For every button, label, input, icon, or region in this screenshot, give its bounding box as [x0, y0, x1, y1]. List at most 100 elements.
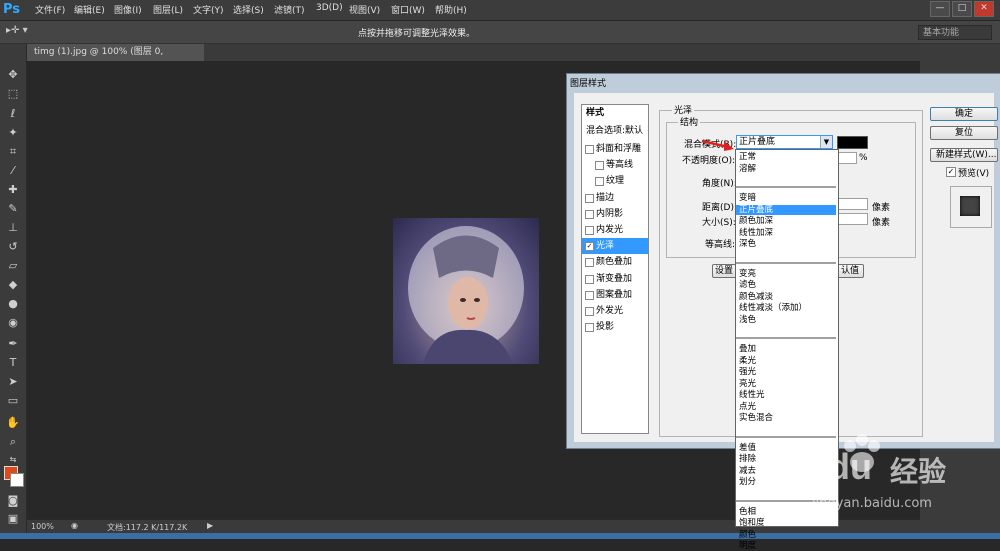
- blend-mode-option[interactable]: 颜色: [739, 530, 756, 540]
- status-info-icon[interactable]: ◉: [71, 521, 78, 530]
- brush-tool-icon[interactable]: ✎: [5, 202, 21, 216]
- style-item[interactable]: 内阴影: [582, 206, 648, 222]
- style-checkbox[interactable]: [585, 145, 594, 154]
- blend-mode-option[interactable]: 减去: [739, 466, 756, 476]
- dodge-tool-icon[interactable]: ◉: [5, 316, 21, 330]
- style-item[interactable]: 描边: [582, 190, 648, 206]
- move-tool-preset-icon[interactable]: ▸✛ ▾: [6, 25, 28, 36]
- zoom-level[interactable]: 100%: [31, 522, 54, 531]
- menu-item[interactable]: 文字(Y): [193, 3, 224, 16]
- minimize-button[interactable]: —: [930, 1, 950, 17]
- background-color-swatch[interactable]: [10, 473, 24, 487]
- blend-mode-option[interactable]: 正常: [739, 152, 756, 162]
- style-checkbox[interactable]: [585, 323, 594, 333]
- style-item[interactable]: 等高线: [582, 157, 648, 173]
- workspace-select[interactable]: 基本功能: [918, 25, 992, 40]
- blend-mode-option[interactable]: 溶解: [739, 164, 756, 174]
- blend-mode-option[interactable]: 亮光: [739, 379, 756, 389]
- style-item[interactable]: ✓ 光泽: [582, 238, 648, 255]
- style-item[interactable]: 颜色叠加: [582, 254, 648, 270]
- blend-mode-option[interactable]: 排除: [739, 454, 756, 464]
- clone-stamp-tool-icon[interactable]: ⊥: [5, 221, 21, 235]
- style-item[interactable]: 外发光: [582, 303, 648, 319]
- blend-mode-option[interactable]: 划分: [739, 477, 756, 487]
- magic-wand-tool-icon[interactable]: ✦: [5, 126, 21, 140]
- style-checkbox[interactable]: [595, 161, 604, 171]
- marquee-tool-icon[interactable]: ⬚: [5, 87, 21, 101]
- blend-mode-option[interactable]: 明度: [739, 541, 756, 551]
- blend-options-item[interactable]: 混合选项:默认: [582, 123, 652, 139]
- new-style-button[interactable]: 新建样式(W)...: [930, 148, 998, 162]
- style-item[interactable]: 渐变叠加: [582, 271, 648, 287]
- blend-mode-option[interactable]: 变暗: [739, 193, 756, 203]
- blend-mode-option[interactable]: 浅色: [739, 315, 756, 325]
- blend-mode-option[interactable]: 饱和度: [739, 518, 765, 528]
- blend-mode-option[interactable]: 深色: [739, 239, 756, 249]
- blend-mode-option[interactable]: 点光: [739, 402, 756, 412]
- style-checkbox[interactable]: [585, 209, 594, 219]
- style-item[interactable]: 斜面和浮雕: [582, 141, 648, 157]
- style-item[interactable]: 纹理: [582, 173, 648, 189]
- style-checkbox[interactable]: [585, 226, 594, 235]
- ok-button[interactable]: 确定: [930, 107, 998, 121]
- menu-item[interactable]: 视图(V): [349, 3, 380, 16]
- styles-header[interactable]: 样式: [582, 105, 652, 121]
- blend-mode-option[interactable]: 叠加: [739, 344, 756, 354]
- blend-mode-option[interactable]: 颜色加深: [739, 216, 773, 226]
- opacity-input[interactable]: [837, 152, 857, 164]
- style-checkbox[interactable]: [595, 177, 604, 187]
- quick-mask-icon[interactable]: ◙: [5, 494, 21, 508]
- hand-tool-icon[interactable]: ✋: [5, 416, 21, 430]
- blend-mode-option[interactable]: 线性减淡（添加）: [739, 303, 807, 313]
- rectangle-tool-icon[interactable]: ▭: [5, 394, 21, 408]
- menu-item[interactable]: 选择(S): [233, 3, 264, 16]
- status-menu-arrow-icon[interactable]: ▶: [207, 521, 213, 530]
- style-item[interactable]: 投影: [582, 319, 648, 335]
- preview-checkbox[interactable]: ✓: [946, 167, 956, 177]
- history-brush-tool-icon[interactable]: ↺: [5, 240, 21, 254]
- blend-mode-option[interactable]: 滤色: [739, 280, 756, 290]
- chevron-down-icon[interactable]: ▼: [820, 136, 832, 148]
- menu-item[interactable]: 文件(F): [35, 3, 65, 16]
- path-selection-tool-icon[interactable]: ➤: [5, 375, 21, 389]
- style-checkbox[interactable]: [585, 258, 594, 268]
- style-item[interactable]: 内发光: [582, 222, 648, 238]
- eyedropper-tool-icon[interactable]: ⁄: [5, 164, 21, 178]
- paint-bucket-tool-icon[interactable]: ◆: [5, 278, 21, 292]
- blend-mode-option[interactable]: 线性光: [739, 390, 765, 400]
- distance-input[interactable]: [837, 198, 868, 210]
- healing-brush-tool-icon[interactable]: ✚: [5, 183, 21, 197]
- style-checkbox[interactable]: ✓: [585, 242, 594, 252]
- blend-mode-option[interactable]: 色相: [739, 507, 756, 517]
- style-checkbox[interactable]: [585, 193, 594, 203]
- swap-colors-icon[interactable]: ⇆: [5, 453, 21, 467]
- menu-item[interactable]: 编辑(E): [74, 3, 105, 16]
- zoom-tool-icon[interactable]: ⌕: [5, 435, 21, 449]
- eraser-tool-icon[interactable]: ▱: [5, 259, 21, 273]
- type-tool-icon[interactable]: T: [5, 356, 21, 370]
- blend-mode-select[interactable]: 正片叠底 ▼: [736, 135, 833, 149]
- menu-item[interactable]: 帮助(H): [435, 3, 467, 16]
- style-item[interactable]: 图案叠加: [582, 287, 648, 303]
- lasso-tool-icon[interactable]: ℓ: [5, 107, 21, 121]
- blend-mode-option[interactable]: 正片叠底: [736, 204, 836, 215]
- blur-tool-icon[interactable]: ●: [5, 297, 21, 311]
- menu-item[interactable]: 图层(L): [153, 3, 183, 16]
- crop-tool-icon[interactable]: ⌗: [5, 145, 21, 159]
- document-tab[interactable]: timg (1).jpg @ 100% (图层 0, RGB/8#) * ×: [26, 44, 204, 74]
- menu-item[interactable]: 图像(I): [114, 3, 142, 16]
- style-checkbox[interactable]: [585, 274, 594, 284]
- blend-mode-option[interactable]: 变亮: [739, 269, 756, 279]
- restore-button[interactable]: □: [952, 1, 972, 17]
- blend-mode-option[interactable]: 差值: [739, 443, 756, 453]
- move-tool-icon[interactable]: ✥: [5, 68, 21, 82]
- blend-mode-option[interactable]: 柔光: [739, 356, 756, 366]
- blend-mode-option[interactable]: 线性加深: [739, 228, 773, 238]
- style-checkbox[interactable]: [585, 307, 594, 316]
- blend-mode-option[interactable]: 实色混合: [739, 413, 773, 423]
- reset-button[interactable]: 复位: [930, 126, 998, 140]
- menu-item[interactable]: 3D(D): [316, 3, 343, 13]
- blend-mode-option[interactable]: 强光: [739, 367, 756, 377]
- blend-mode-option[interactable]: 颜色减淡: [739, 292, 773, 302]
- style-checkbox[interactable]: [585, 290, 594, 300]
